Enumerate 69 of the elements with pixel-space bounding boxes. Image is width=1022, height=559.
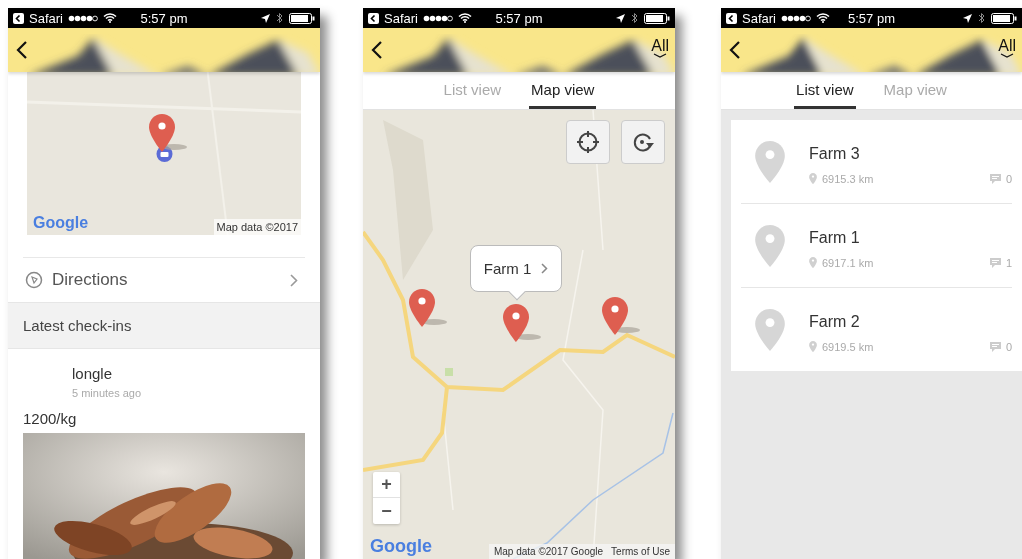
signal-icon [780,14,811,22]
place-icon [755,140,785,183]
location-icon [261,13,270,23]
compass-icon [25,271,43,289]
back-app-label[interactable]: Safari [384,10,418,26]
status-time: 5:57 pm [140,10,188,26]
comment-count: 0 [1005,340,1012,353]
farm-distance: 6919.5 km [822,340,874,353]
caret-icon [653,53,668,58]
battery-icon [644,12,670,24]
map-pin-icon[interactable] [602,297,642,335]
back-app-icon[interactable] [726,12,737,24]
back-app-icon[interactable] [368,12,379,24]
status-time: 5:57 pm [495,10,543,26]
bluetooth-icon [276,12,283,24]
comment-icon [989,257,1001,268]
farm-name[interactable]: Farm 2 [809,312,860,331]
map-logo: Google [370,536,432,557]
chevron-right-icon [541,263,549,274]
map-pin-icon[interactable] [409,289,449,327]
section-header: Latest check-ins [8,302,320,349]
battery-icon [991,12,1017,24]
checkin-user: longle [72,365,114,382]
place-icon [809,173,817,184]
chevron-right-icon [290,273,298,287]
place-icon [755,308,785,351]
wifi-icon [457,13,472,23]
crosshair-icon [577,131,599,153]
location-icon [616,13,625,23]
battery-icon [289,12,315,24]
comment-icon [989,341,1001,352]
location-icon [963,13,972,23]
checkin-time: 5 minutes ago [72,387,143,399]
place-icon [755,224,785,267]
back-button[interactable] [729,40,741,60]
directions-row[interactable]: Directions [8,258,320,302]
map-logo: Google [33,214,89,232]
terms-link[interactable]: Terms of Use [611,546,670,557]
bluetooth-icon [631,12,638,24]
rotate-icon [632,131,654,153]
wifi-icon [815,13,830,23]
reload-button[interactable] [621,120,665,164]
map-pin-icon[interactable] [503,304,543,342]
map-attribution: Map data ©2017 [213,219,301,235]
place-icon [809,257,817,268]
wifi-icon [102,13,117,23]
farm-distance: 6915.3 km [822,172,874,185]
farm-name[interactable]: Farm 1 [809,228,860,247]
zoom-in-button[interactable]: + [373,472,400,498]
comment-count: 0 [1005,172,1012,185]
map-attribution: Map data ©2017 Google [493,546,604,557]
bluetooth-icon [978,12,985,24]
back-app-label[interactable]: Safari [742,10,776,26]
comment-count: 1 [1005,256,1012,269]
caret-icon [1000,53,1015,58]
place-icon [809,341,817,352]
map-pin-icon[interactable] [149,114,189,152]
comment-icon [989,173,1001,184]
farm-distance: 6917.1 km [822,256,874,269]
back-app-icon[interactable] [13,12,24,24]
signal-icon [67,14,98,22]
checkin-note: 1200/kg [23,410,78,427]
farm-name[interactable]: Farm 3 [809,144,860,163]
status-time: 5:57 pm [848,10,895,26]
back-button[interactable] [371,40,383,60]
locate-button[interactable] [566,120,610,164]
signal-icon [422,14,453,22]
back-app-label[interactable]: Safari [29,10,63,26]
zoom-out-button[interactable]: − [373,498,400,524]
